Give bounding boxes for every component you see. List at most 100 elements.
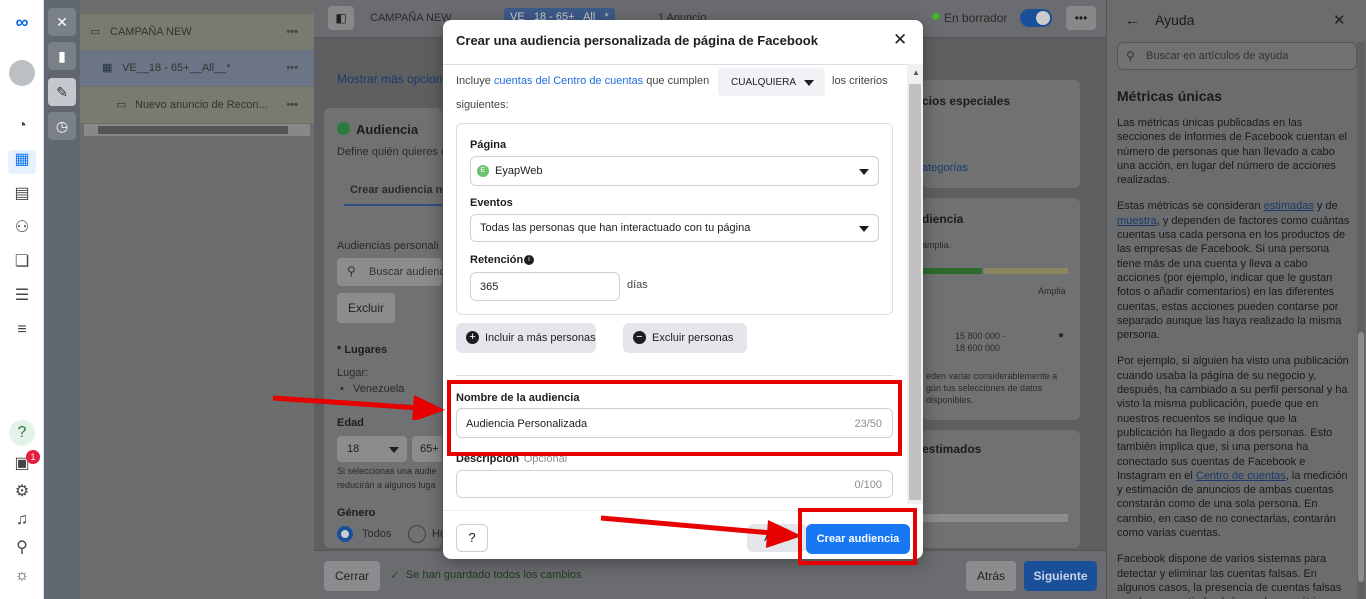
age-max-select[interactable]: 65+ (412, 436, 442, 462)
help-paragraph: Estas métricas se consideran estimadas y… (1117, 200, 1350, 342)
description-char-count: 0/100 (854, 479, 882, 491)
meta-logo-icon[interactable]: ∞ (12, 12, 32, 32)
help-panel: ← Ayuda ✕ ⚲ Buscar en artículos de ayuda… (1106, 0, 1366, 599)
menu-icon[interactable]: ≡ (12, 320, 32, 340)
catalog-icon[interactable]: ▤ (12, 184, 32, 204)
more-options-icon[interactable]: ••• (1066, 6, 1096, 30)
bell-icon[interactable]: ♫ (12, 510, 32, 530)
estimated-results-card: estimados (922, 430, 1080, 548)
tab-create-audience[interactable]: Crear audiencia nu (350, 184, 449, 196)
exclude-people-button[interactable]: − Excluir personas (623, 323, 747, 353)
history-icon[interactable]: ◷ (48, 112, 76, 140)
sidebar-toggle-icon[interactable]: ◧ (328, 6, 354, 30)
age-min-value: 18 (347, 443, 360, 455)
info-icon[interactable]: i (524, 255, 534, 265)
exclude-button[interactable]: Excluir (337, 293, 395, 323)
help-icon[interactable]: ? (9, 420, 35, 446)
search-icon: ⚲ (347, 264, 356, 278)
audience-search-placeholder: Buscar audienc (369, 266, 445, 278)
places-title: * Lugares (337, 344, 388, 356)
folder-icon: ▭ (90, 26, 101, 38)
estimate-bar (922, 514, 1068, 522)
help-heading: Métricas únicas (1117, 88, 1223, 104)
criteria-suffix: los criterios (832, 75, 888, 87)
help-paragraph: Por ejemplo, si alguien ha visto una pub… (1117, 355, 1349, 540)
help-search-input[interactable]: ⚲ Buscar en artículos de ayuda (1117, 42, 1357, 70)
help-article: Métricas únicas Las métricas únicas publ… (1117, 88, 1353, 599)
back-arrow-icon[interactable]: ← (1125, 12, 1140, 29)
retention-value: 365 (480, 281, 499, 293)
help-scrollbar[interactable] (1357, 42, 1365, 599)
age-note: Si seleccionas una audie reducirán a alg… (337, 466, 437, 490)
chart-icon[interactable]: ▮ (48, 42, 76, 70)
close-button[interactable]: Cerrar (324, 561, 380, 591)
info-icon[interactable]: ● (1058, 330, 1064, 341)
database-icon[interactable]: ☰ (12, 286, 32, 306)
dialog-scrollbar[interactable]: ▲ (907, 64, 923, 504)
more-icon[interactable]: ••• (286, 50, 298, 86)
gender-all-radio[interactable] (337, 526, 353, 542)
age-min-select[interactable]: 18 (337, 436, 407, 462)
publish-toggle[interactable] (1020, 9, 1052, 27)
categories-link[interactable]: ategorías (922, 162, 968, 174)
tree-item-adset[interactable]: ▦ VE__18 - 65+__All__* ••• (80, 50, 314, 86)
help-search-placeholder: Buscar en artículos de ayuda (1146, 50, 1289, 62)
audiences-icon[interactable]: ⚇ (12, 218, 32, 238)
dialog-title: Crear una audiencia personalizada de pág… (456, 33, 818, 48)
show-more-options[interactable]: Mostrar más opcione (337, 72, 449, 86)
sample-link[interactable]: muestra (1117, 215, 1157, 227)
tree-item-campaign[interactable]: ▭ CAMPAÑA NEW ••• (80, 14, 314, 50)
search-icon[interactable]: ⚲ (12, 538, 32, 558)
tree-adset-label: VE__18 - 65+__All__* (122, 62, 231, 74)
breadcrumb-campaign[interactable]: CAMPAÑA NEW (370, 12, 452, 24)
tree-campaign-label: CAMPAÑA NEW (110, 26, 192, 38)
help-icon[interactable]: ? (456, 524, 488, 552)
page-avatar-icon: E (477, 165, 489, 177)
saved-check-icon: ✓ (390, 568, 401, 582)
avatar-icon[interactable] (9, 60, 35, 86)
bug-icon[interactable]: ☼ (12, 566, 32, 586)
match-select[interactable]: CUALQUIERA (718, 68, 825, 96)
audience-title: Audiencia (356, 122, 419, 137)
gender-title: Género (337, 507, 376, 519)
plus-icon: + (466, 331, 479, 344)
page-value: EyapWeb (495, 165, 543, 177)
match-value: CUALQUIERA (731, 77, 797, 88)
dashboard-icon[interactable]: ◔ (12, 116, 32, 136)
help-paragraph: Las métricas únicas publicadas en las se… (1117, 117, 1347, 187)
include-more-button[interactable]: + Incluir a más personas (456, 323, 596, 353)
page-select[interactable]: E EyapWeb (470, 156, 879, 186)
ads-table-icon[interactable]: ▦ (8, 150, 36, 174)
edit-icon[interactable]: ✎ (48, 78, 76, 106)
back-button[interactable]: Atrás (966, 561, 1016, 591)
more-icon[interactable]: ••• (286, 14, 298, 50)
search-icon: ⚲ (1126, 49, 1135, 63)
description-input[interactable]: 0/100 (456, 470, 893, 498)
estimated-link[interactable]: estimadas (1264, 200, 1314, 212)
place-label: Lugar: (337, 367, 369, 379)
gender-other-radio[interactable] (408, 525, 426, 543)
audience-definition-card: diencia amplia. Amplia 15 800 000 - 18 6… (922, 198, 1080, 420)
saved-status: Se han guardado todos los cambios (406, 569, 582, 581)
help-paragraph: Facebook dispone de varios sistemas para… (1117, 553, 1342, 599)
more-icon[interactable]: ••• (286, 87, 298, 123)
next-button[interactable]: Siguiente (1024, 561, 1097, 591)
ad-icon: ▭ (116, 99, 127, 111)
criteria-suffix-2: siguientes: (456, 99, 509, 111)
audience-card: Audiencia Define quién quieres c Crear a… (324, 108, 449, 548)
settings-icon[interactable]: ⚙ (12, 482, 32, 502)
close-icon[interactable]: ✕ (893, 30, 907, 50)
stack-icon[interactable]: ❏ (12, 252, 32, 272)
tree-item-ad[interactable]: ▭ Nuevo anuncio de Recon... ••• (80, 87, 314, 123)
retention-input[interactable]: 365 (470, 272, 620, 301)
annotation-highlight-name (447, 380, 902, 456)
special-categories-card: cios especiales ategorías (922, 80, 1080, 188)
close-icon[interactable]: ✕ (48, 8, 76, 36)
close-icon[interactable]: ✕ (1333, 11, 1346, 29)
accounts-center-link[interactable]: Centro de cuentas (1196, 470, 1286, 482)
accounts-center-link[interactable]: cuentas del Centro de cuentas (494, 75, 643, 87)
audience-search-input[interactable]: ⚲ Buscar audienc (337, 258, 445, 286)
tree-scrollbar[interactable] (84, 124, 310, 136)
gender-all-label: Todos (362, 528, 392, 540)
events-select[interactable]: Todas las personas que han interactuado … (470, 214, 879, 242)
